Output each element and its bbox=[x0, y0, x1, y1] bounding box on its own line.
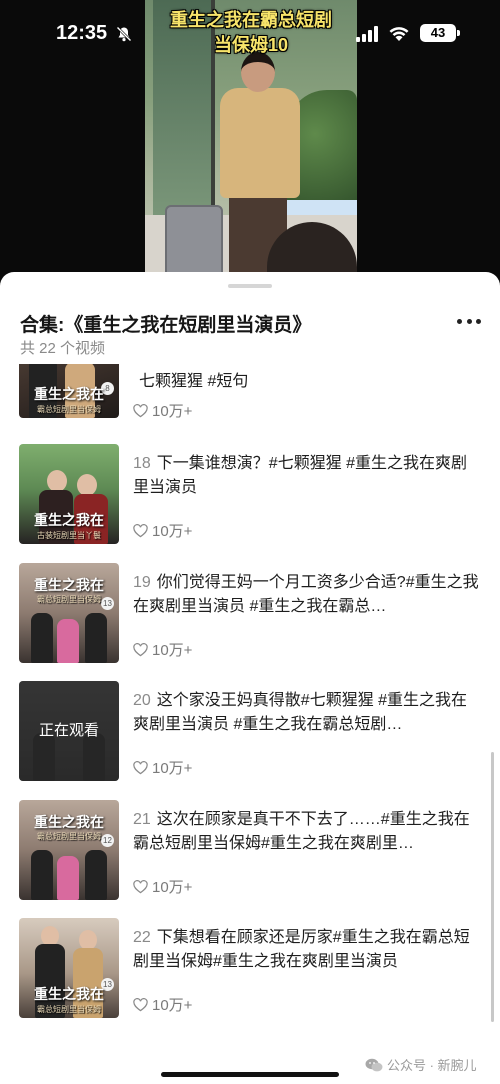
collection-video-count: 共 22 个视频 bbox=[20, 340, 106, 357]
episode-number: 18 bbox=[133, 455, 151, 472]
episode-number: 21 bbox=[133, 811, 151, 828]
thumb-figure bbox=[85, 613, 107, 663]
heart-icon bbox=[133, 997, 148, 1011]
thumb-subcaption: 霸总短剧里当保姆 bbox=[37, 1005, 101, 1014]
episode-item[interactable]: 13 重生之我在 霸总短剧里当保姆 19 你们觉得王妈一个月工资多少合适?#重生之… bbox=[0, 563, 500, 665]
thumb-figure bbox=[85, 850, 107, 900]
watermark-text: 公众号 · 新腕儿 bbox=[387, 1058, 477, 1073]
likes-count: 10万+ bbox=[152, 642, 193, 659]
signal-icon bbox=[356, 26, 378, 42]
video-person-head bbox=[241, 52, 275, 92]
list-scrollbar[interactable] bbox=[491, 752, 494, 1022]
episode-title[interactable]: 19 你们觉得王妈一个月工资多少合适?#重生之我在爽剧里当演员 #重生之我在霸总… bbox=[133, 571, 483, 619]
collection-title: 合集:《重生之我在短剧里当演员》 bbox=[20, 315, 312, 336]
thumb-subcaption: 霸总短剧里当保姆 bbox=[37, 832, 101, 841]
episode-title[interactable]: 21 这次在顾家是真干不下去了……#重生之我在霸总短剧里当保姆#重生之我在爽剧里… bbox=[133, 808, 483, 856]
likes-count: 10万+ bbox=[152, 403, 193, 420]
bell-slash-icon bbox=[116, 26, 132, 42]
episode-item[interactable]: 13 重生之我在 霸总短剧里当保姆 22 下集想看在顾家还是厉家#重生之我在霸总短… bbox=[0, 918, 500, 1020]
episode-thumbnail[interactable]: 正在观看 bbox=[19, 681, 119, 781]
episode-title[interactable]: 20 这个家没王妈真得散#七颗猩猩 #重生之我在爽剧里当演员 #重生之我在霸总短剧… bbox=[133, 689, 483, 737]
episode-item[interactable]: 12 重生之我在 霸总短剧里当保姆 21 这次在顾家是真干不下去了……#重生之我在… bbox=[0, 800, 500, 902]
episode-title[interactable]: 七颗猩猩 #短句 bbox=[133, 370, 483, 394]
thumb-subcaption: 霸总短剧里当保姆 bbox=[37, 405, 101, 414]
thumb-face bbox=[79, 930, 97, 950]
video-overlay-title-line2: 当保姆10 bbox=[213, 35, 289, 55]
episode-thumbnail[interactable]: 8 重生之我在 霸总短剧里当保姆 bbox=[19, 364, 119, 418]
episode-item-current[interactable]: 正在观看 20 这个家没王妈真得散#七颗猩猩 #重生之我在爽剧里当演员 #重生之我… bbox=[0, 681, 500, 783]
heart-icon bbox=[133, 403, 148, 417]
likes-count: 10万+ bbox=[152, 523, 193, 540]
watermark: 公众号 · 新腕儿 bbox=[365, 1055, 477, 1074]
thumb-subcaption: 霸总短剧里当保姆 bbox=[37, 595, 101, 604]
episode-thumbnail[interactable]: 13 重生之我在 霸总短剧里当保姆 bbox=[19, 918, 119, 1018]
episode-list[interactable]: 8 重生之我在 霸总短剧里当保姆 七颗猩猩 #短句 10万+ 重生之我在 古装短… bbox=[0, 364, 500, 1054]
thumb-face bbox=[47, 470, 67, 492]
heart-icon bbox=[133, 523, 148, 537]
episode-likes: 10万+ bbox=[133, 994, 192, 1015]
episode-item[interactable]: 重生之我在 古装短剧里当丫鬟 18 下一集谁想演？#七颗猩猩 #重生之我在爽剧里当… bbox=[0, 444, 500, 546]
thumb-caption: 重生之我在 bbox=[34, 987, 104, 1003]
thumb-face bbox=[41, 926, 59, 946]
likes-count: 10万+ bbox=[152, 997, 193, 1014]
heart-icon bbox=[133, 760, 148, 774]
status-time: 12:35 bbox=[56, 22, 108, 44]
episode-title-text: 下集想看在顾家还是厉家#重生之我在霸总短剧里当保姆#重生之我在爽剧里当演员 bbox=[133, 929, 470, 970]
likes-count: 10万+ bbox=[152, 760, 193, 777]
more-icon-dot bbox=[476, 318, 481, 324]
episode-title[interactable]: 22 下集想看在顾家还是厉家#重生之我在霸总短剧里当保姆#重生之我在爽剧里当演员 bbox=[133, 926, 483, 974]
heart-icon bbox=[133, 879, 148, 893]
thumb-figure bbox=[57, 619, 79, 663]
episode-number: 20 bbox=[133, 692, 151, 709]
episode-number: 19 bbox=[133, 574, 151, 591]
episode-likes: 10万+ bbox=[133, 400, 192, 421]
episode-likes: 10万+ bbox=[133, 639, 192, 660]
battery-tip bbox=[457, 30, 460, 36]
episode-title-text: 这次在顾家是真干不下去了……#重生之我在霸总短剧里当保姆#重生之我在爽剧里… bbox=[133, 811, 470, 852]
video-frame[interactable]: 重生之我在霸总短剧 当保姆10 bbox=[145, 0, 357, 290]
thumb-face bbox=[77, 474, 97, 496]
episode-number: 22 bbox=[133, 929, 151, 946]
likes-count: 10万+ bbox=[152, 879, 193, 896]
episode-title-text: 你们觉得王妈一个月工资多少合适?#重生之我在爽剧里当演员 #重生之我在霸总… bbox=[133, 574, 479, 615]
wechat-icon bbox=[365, 1058, 383, 1071]
sheet-grab-handle[interactable] bbox=[228, 284, 272, 288]
collection-sheet: 合集:《重生之我在短剧里当演员》 共 22 个视频 8 重生之我在 霸总短剧里当… bbox=[0, 272, 500, 1084]
thumb-subcaption: 古装短剧里当丫鬟 bbox=[37, 531, 101, 540]
episode-likes: 10万+ bbox=[133, 876, 192, 897]
episode-title[interactable]: 18 下一集谁想演？#七颗猩猩 #重生之我在爽剧里当演员 bbox=[133, 452, 483, 500]
more-icon bbox=[457, 318, 462, 324]
thumb-caption: 重生之我在 bbox=[34, 815, 104, 831]
episode-likes: 10万+ bbox=[133, 520, 192, 541]
thumb-caption: 重生之我在 bbox=[34, 578, 104, 594]
video-overlay-title-line1: 重生之我在霸总短剧 bbox=[170, 10, 332, 30]
episode-thumbnail[interactable]: 13 重生之我在 霸总短剧里当保姆 bbox=[19, 563, 119, 663]
now-watching-label: 正在观看 bbox=[19, 681, 119, 781]
battery-indicator: 43 bbox=[420, 24, 456, 42]
thumb-figure bbox=[31, 850, 53, 900]
video-person-body bbox=[220, 88, 300, 198]
video-suitcase bbox=[165, 205, 223, 280]
thumb-caption: 重生之我在 bbox=[34, 387, 104, 403]
more-options-button[interactable] bbox=[452, 310, 486, 332]
home-indicator[interactable] bbox=[161, 1072, 339, 1077]
wifi-icon bbox=[389, 27, 409, 41]
episode-thumbnail[interactable]: 重生之我在 古装短剧里当丫鬟 bbox=[19, 444, 119, 544]
episode-title-text: 下一集谁想演？#七颗猩猩 #重生之我在爽剧里当演员 bbox=[133, 455, 468, 496]
thumb-caption: 重生之我在 bbox=[34, 513, 104, 529]
episode-title-text: 七颗猩猩 #短句 bbox=[139, 373, 249, 390]
episode-thumbnail[interactable]: 12 重生之我在 霸总短剧里当保姆 bbox=[19, 800, 119, 900]
thumb-figure bbox=[57, 856, 79, 900]
episode-likes: 10万+ bbox=[133, 757, 192, 778]
episode-title-text: 这个家没王妈真得散#七颗猩猩 #重生之我在爽剧里当演员 #重生之我在霸总短剧… bbox=[133, 692, 468, 733]
episode-item[interactable]: 8 重生之我在 霸总短剧里当保姆 七颗猩猩 #短句 10万+ bbox=[0, 364, 500, 420]
thumb-figure bbox=[31, 613, 53, 663]
heart-icon bbox=[133, 642, 148, 656]
more-icon-dot bbox=[466, 318, 472, 324]
